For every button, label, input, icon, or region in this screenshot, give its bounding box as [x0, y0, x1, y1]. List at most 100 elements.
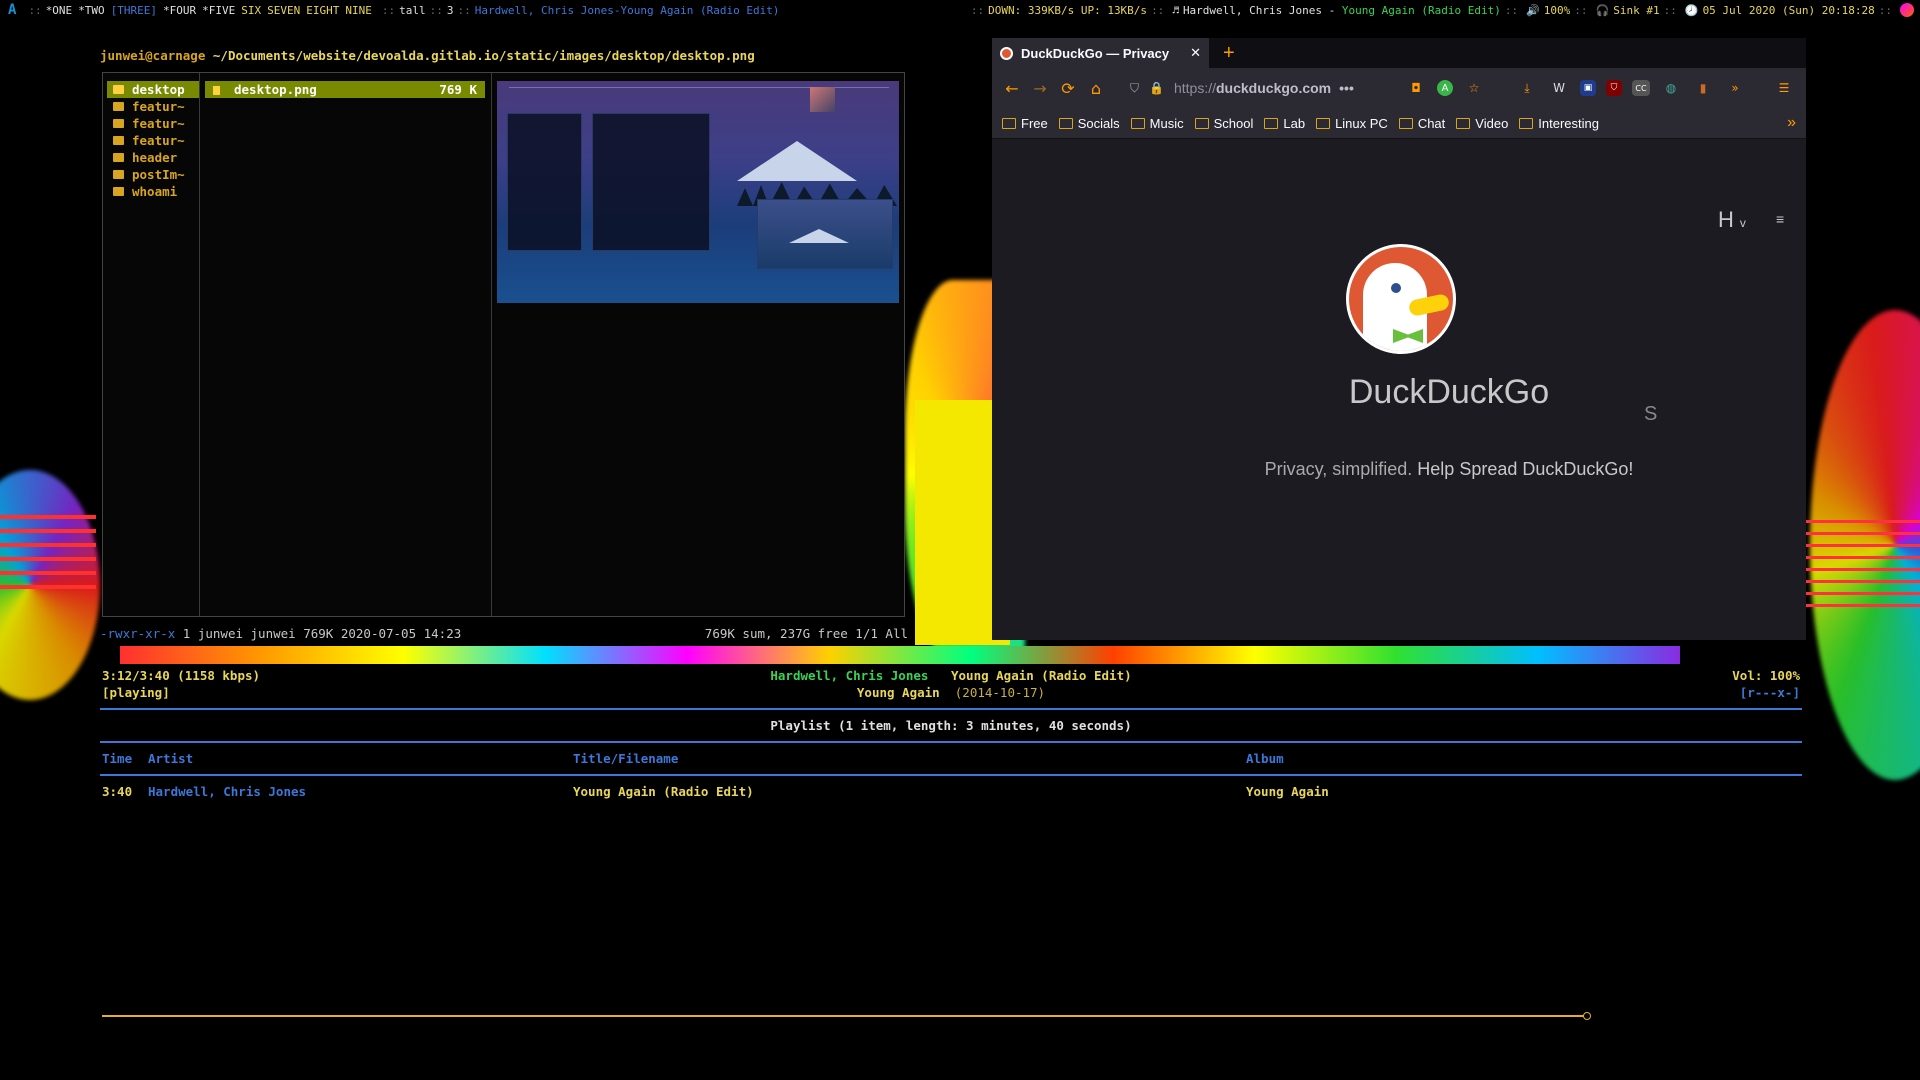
headphones-icon: 🎧	[1595, 3, 1610, 17]
folder-label: header	[132, 150, 178, 165]
track-title: Young Again (Radio Edit)	[573, 784, 754, 799]
hamburger-menu-icon[interactable]: ☰	[1773, 77, 1795, 99]
bookmark-star-icon[interactable]: ☆	[1463, 77, 1485, 99]
closed-captions-icon[interactable]: CC	[1632, 80, 1650, 96]
separator: ::	[970, 3, 985, 17]
file-permissions: -rwxr-xr-x	[100, 626, 176, 641]
chevron-down-icon: v	[1739, 216, 1746, 230]
progress-knob[interactable]	[1583, 1012, 1591, 1020]
tab-duckduckgo[interactable]: DuckDuckGo — Privacy ✕	[992, 38, 1209, 68]
folder-label: postIm~	[132, 167, 185, 182]
search-box[interactable]: S	[1644, 403, 1657, 426]
page-header-letter[interactable]: Hv	[1718, 207, 1746, 233]
bookmark-folder[interactable]: Chat	[1398, 116, 1445, 131]
lock-icon[interactable]: 🔒	[1149, 81, 1164, 95]
bookmark-folder[interactable]: Socials	[1058, 116, 1120, 131]
workspace-9[interactable]: NINE	[345, 4, 372, 17]
folder-item[interactable]: featur~	[107, 132, 199, 149]
file-item[interactable]: desktop.png 769 K	[205, 81, 485, 98]
bookmark-folder[interactable]: Interesting	[1519, 116, 1599, 131]
folder-icon	[1264, 117, 1279, 129]
layout-indicator[interactable]: tall	[399, 4, 426, 17]
image-file-icon	[213, 86, 220, 95]
trash-icon[interactable]: ▮	[1692, 77, 1714, 99]
divider	[100, 708, 1802, 710]
separator: ::	[457, 3, 471, 17]
navigation-toolbar: ← → ⟳ ⌂ ⛉ 🔒 https:// duckduckgo.com ••• …	[992, 68, 1806, 108]
workspace-5[interactable]: *FIVE	[202, 4, 235, 17]
arch-linux-icon[interactable]: A	[8, 2, 16, 18]
adblock-icon[interactable]: A	[1437, 80, 1453, 96]
bookmark-folder[interactable]: Video	[1456, 116, 1508, 131]
playlist-row[interactable]: 3:40 Hardwell, Chris Jones Young Again (…	[100, 784, 1802, 801]
workspace-1[interactable]: *ONE	[46, 4, 73, 17]
workspace-7[interactable]: SEVEN	[267, 4, 300, 17]
progress-bar[interactable]	[102, 1012, 1591, 1020]
column-artist[interactable]: Artist	[148, 751, 573, 768]
folder-icon	[1002, 117, 1016, 129]
bookmarks-toolbar: Free Socials Music School Lab Linux PC C…	[992, 108, 1806, 139]
track-artist-title: Hardwell, Chris Jones Young Again (Radio…	[100, 668, 1802, 683]
folder-item[interactable]: postIm~	[107, 166, 199, 183]
folder-icon	[1194, 117, 1209, 129]
separator: ::	[1878, 3, 1892, 17]
folder-item[interactable]: whoami	[107, 183, 199, 200]
folder-item[interactable]: featur~	[107, 115, 199, 132]
bookmark-folder[interactable]: Music	[1130, 116, 1184, 131]
workspace-6[interactable]: SIX	[241, 4, 261, 17]
extension-shield-icon[interactable]: ▣	[1580, 80, 1596, 96]
column-time[interactable]: Time	[100, 751, 148, 768]
bookmark-folder[interactable]: Free	[1002, 116, 1048, 131]
close-tab-icon[interactable]: ✕	[1190, 45, 1201, 61]
folder-item[interactable]: desktop	[107, 81, 199, 98]
track-title: Young Again (Radio Edit)	[951, 668, 1132, 683]
preview-mountain	[737, 141, 857, 181]
folder-icon	[1316, 117, 1331, 129]
column-album[interactable]: Album	[1246, 751, 1284, 768]
folder-icon	[113, 136, 124, 145]
bookmarks-overflow-button[interactable]: »	[1787, 114, 1796, 132]
pocket-icon[interactable]: ◘	[1405, 77, 1427, 99]
firefox-window: DuckDuckGo — Privacy ✕ + ← → ⟳ ⌂ ⛉ 🔒 htt…	[992, 38, 1806, 640]
workspace-8[interactable]: EIGHT	[306, 4, 339, 17]
ublock-icon[interactable]: ⛉	[1606, 80, 1622, 96]
downloads-icon[interactable]: ⤓	[1516, 77, 1538, 99]
workspace-4[interactable]: *FOUR	[163, 4, 196, 17]
page-actions-button[interactable]: •••	[1339, 80, 1354, 96]
divider	[100, 774, 1802, 776]
new-tab-button[interactable]: +	[1223, 38, 1235, 68]
folder-item[interactable]: header	[107, 149, 199, 166]
column-divider	[199, 73, 200, 616]
image-preview	[497, 81, 899, 303]
overflow-menu-icon[interactable]: »	[1724, 77, 1746, 99]
playlist-title: Playlist (1 item, length: 3 minutes, 40 …	[770, 718, 1132, 733]
folder-icon	[1058, 117, 1073, 129]
forward-button[interactable]: →	[1026, 72, 1054, 104]
duck-eye	[1391, 283, 1401, 293]
bookmark-folder[interactable]: Lab	[1264, 116, 1305, 131]
reload-button[interactable]: ⟳	[1054, 72, 1082, 104]
workspace-3[interactable]: [THREE]	[111, 4, 157, 17]
bookmark-folder[interactable]: Linux PC	[1316, 116, 1388, 131]
now-playing-row: 3:12/3:40 (1158 kbps) Hardwell, Chris Jo…	[100, 668, 1802, 685]
folder-label: desktop	[132, 82, 185, 97]
url-bar[interactable]: ⛉ 🔒 https:// duckduckgo.com •••	[1130, 80, 1400, 96]
home-button[interactable]: ⌂	[1082, 72, 1110, 104]
volume-level[interactable]: 100%	[1544, 4, 1571, 17]
tracking-shield-icon[interactable]: ⛉	[1130, 81, 1139, 96]
back-button[interactable]: ←	[998, 72, 1026, 104]
page-content: Hv ≡ DuckDuckGo S Privacy, simplified. H…	[992, 139, 1806, 640]
status-bar-right: :: DOWN: 339KB/s UP: 13KB/s :: ♬ Hardwel…	[967, 0, 1914, 20]
site-menu-icon[interactable]: ≡	[1776, 211, 1784, 227]
spread-ddg-link[interactable]: Help Spread DuckDuckGo!	[1417, 459, 1633, 479]
tray-app-icon[interactable]	[1900, 3, 1914, 17]
workspace-2[interactable]: *TWO	[78, 4, 105, 17]
folder-label: featur~	[132, 99, 185, 114]
wordpress-icon[interactable]: W	[1548, 77, 1570, 99]
column-title[interactable]: Title/Filename	[573, 751, 1246, 768]
globe-icon[interactable]: ◍	[1660, 77, 1682, 99]
url-protocol: https://	[1173, 80, 1216, 96]
folder-item[interactable]: featur~	[107, 98, 199, 115]
bookmark-folder[interactable]: School	[1194, 116, 1253, 131]
bookmark-label: Video	[1475, 115, 1509, 131]
